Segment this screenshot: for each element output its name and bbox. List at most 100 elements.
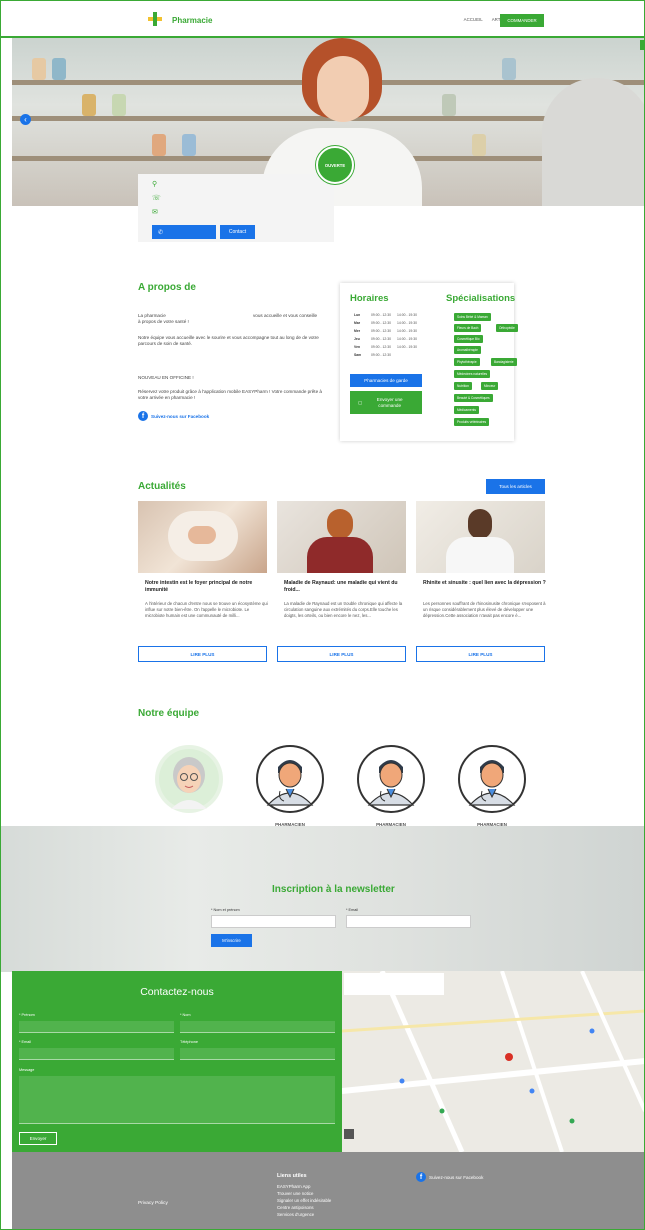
newsletter-email-label: * Email bbox=[346, 908, 359, 912]
footer-link[interactable]: Centre antipoisons bbox=[277, 1205, 314, 1210]
prenom-input[interactable] bbox=[19, 1021, 174, 1033]
phone-icon: ✆ bbox=[158, 229, 164, 236]
hours-row: Mer 09:00 - 12:30 14:00 - 19:30 bbox=[354, 329, 417, 333]
footer-link[interactable]: Signaler un effet indésirable bbox=[277, 1198, 331, 1203]
footer-facebook-link[interactable]: f Suivez-nous sur Facebook bbox=[416, 1172, 483, 1182]
telephone-input[interactable] bbox=[180, 1048, 335, 1060]
footer-link[interactable]: EASYPharm App bbox=[277, 1184, 310, 1189]
about-intro: La pharmacie vous accueille et vous cons… bbox=[138, 313, 324, 325]
about-title: A propos de bbox=[138, 282, 196, 293]
article-image[interactable] bbox=[416, 501, 545, 573]
all-articles-button[interactable]: Tous les articles bbox=[486, 479, 545, 494]
order-doc-icon: ▢ bbox=[358, 399, 363, 405]
pharmacist-avatar-icon bbox=[256, 745, 324, 813]
about-p1-right: vous accueille et vous conseille bbox=[253, 313, 318, 318]
facebook-icon: f bbox=[416, 1172, 426, 1182]
telephone-label: Téléphone bbox=[180, 1040, 198, 1044]
side-tab[interactable] bbox=[640, 40, 645, 50]
article-excerpt: A l'intérieur de chacun d'entre nous se … bbox=[145, 601, 268, 619]
nom-label: * Nom bbox=[180, 1013, 191, 1017]
read-more-button[interactable]: LIRE PLUS bbox=[277, 646, 406, 662]
newsletter-submit-button[interactable]: M'inscrire bbox=[211, 934, 252, 947]
site-footer bbox=[12, 1152, 645, 1230]
spec-tag[interactable]: Nutrition bbox=[454, 382, 472, 390]
message-label: Message bbox=[19, 1068, 35, 1072]
hours-card: Horaires Lun 09:00 - 12:30 14:00 - 19:30 M… bbox=[340, 283, 518, 441]
phone-button[interactable]: ✆ bbox=[152, 225, 216, 239]
news-title: Actualités bbox=[138, 481, 186, 492]
info-card: ⚲ ☏ ✉ ✆ Contact bbox=[138, 174, 334, 242]
prenom-label: * Prénom bbox=[19, 1013, 35, 1017]
nom-input[interactable] bbox=[180, 1021, 335, 1033]
facebook-label: Suivez-nous sur Facebook bbox=[151, 413, 210, 419]
spec-tag[interactable]: Cosmétique Bio bbox=[454, 335, 483, 343]
spec-tag[interactable]: Phytothérapie bbox=[454, 358, 480, 366]
spec-tag[interactable]: Aromathérapie bbox=[454, 346, 481, 354]
site-header: Pharmacie ACCUEIL ARTICLES CONTACT COMMA… bbox=[0, 0, 645, 38]
spec-tag[interactable]: Minceur bbox=[481, 382, 499, 390]
nav-accueil[interactable]: ACCUEIL bbox=[464, 17, 483, 22]
message-textarea[interactable] bbox=[19, 1076, 335, 1124]
team-member-photo bbox=[155, 745, 223, 813]
location-map[interactable] bbox=[342, 971, 645, 1152]
about-p2: Notre équipe vous accueille avec le sour… bbox=[138, 335, 319, 347]
about-p1-left: La pharmacie bbox=[138, 313, 166, 318]
order-button[interactable]: COMMANDER bbox=[500, 14, 544, 27]
send-order-button[interactable]: ▢ Envoyer une commande bbox=[350, 391, 422, 414]
article-title[interactable]: Maladie de Raynaud: une maladie qui vien… bbox=[284, 580, 409, 594]
spec-title: Spécialisations bbox=[446, 293, 516, 304]
contact-title: Contactez-nous bbox=[140, 986, 214, 998]
footer-link[interactable]: Trouver une notice bbox=[277, 1191, 313, 1196]
hours-row: Mar 09:00 - 12:30 14:00 - 19:30 bbox=[354, 321, 417, 325]
article-image[interactable] bbox=[277, 501, 406, 573]
hours-row: Sam 09:00 - 12:30 bbox=[354, 353, 391, 357]
location-pin-icon: ⚲ bbox=[152, 181, 158, 188]
spec-tag[interactable]: Fleurs de Bach bbox=[454, 324, 482, 332]
email-input[interactable] bbox=[19, 1048, 174, 1060]
article-excerpt: La maladie de Raynaud est un trouble chr… bbox=[284, 601, 403, 619]
hours-row: Ven 09:00 - 12:30 14:00 - 19:30 bbox=[354, 345, 417, 349]
footer-links-title: Liens utiles bbox=[277, 1173, 307, 1179]
pharmacist-avatar-icon bbox=[458, 745, 526, 813]
about-news-title: NOUVEAU EN OFFICINE ! bbox=[138, 375, 194, 380]
footer-link[interactable]: Services d'urgence bbox=[277, 1212, 314, 1217]
article-title[interactable]: Notre intestin est le foyer principal de… bbox=[145, 580, 270, 594]
spec-tag[interactable]: Beauté & Cosmétiques bbox=[454, 394, 493, 402]
contact-send-button[interactable]: Envoyer bbox=[19, 1132, 57, 1145]
newsletter-name-label: * Nom et prénom bbox=[211, 908, 240, 912]
article-title[interactable]: Rhinite et sinusite : quel lien avec la … bbox=[423, 580, 548, 587]
article-excerpt: Les personnes souffrant de rhinosinusite… bbox=[423, 601, 546, 619]
hours-row: Jeu 09:00 - 12:30 14:00 - 19:30 bbox=[354, 337, 417, 341]
read-more-button[interactable]: LIRE PLUS bbox=[416, 646, 545, 662]
newsletter-email-input[interactable] bbox=[346, 915, 471, 928]
spec-tag[interactable]: Médicaments bbox=[454, 406, 479, 414]
footer-facebook-label: Suivez-nous sur Facebook bbox=[429, 1174, 484, 1180]
pharmacist-avatar-icon bbox=[357, 745, 425, 813]
privacy-policy-link[interactable]: Privacy Policy bbox=[138, 1201, 168, 1206]
newsletter-name-input[interactable] bbox=[211, 915, 336, 928]
read-more-button[interactable]: LIRE PLUS bbox=[138, 646, 267, 662]
spec-tag[interactable]: Soins Bébé & Maman bbox=[454, 313, 491, 321]
customer-silhouette bbox=[542, 78, 645, 206]
newsletter-title: Inscription à la newsletter bbox=[272, 884, 395, 895]
brand-name[interactable]: Pharmacie bbox=[172, 16, 212, 25]
carousel-prev-icon[interactable]: ‹ bbox=[20, 114, 31, 125]
about-news-text: Réservez votre produit grâce à l'applica… bbox=[138, 389, 322, 401]
hours-row: Lun 09:00 - 12:30 14:00 - 19:30 bbox=[354, 313, 417, 317]
spec-tag[interactable]: Orthopédie bbox=[496, 324, 518, 332]
open-status-badge: OUVERTE bbox=[316, 146, 354, 184]
spec-tag[interactable]: Produits vétérinaires bbox=[454, 418, 490, 426]
article-image[interactable] bbox=[138, 501, 267, 573]
email-label: * Email bbox=[19, 1040, 32, 1044]
hours-title: Horaires bbox=[350, 293, 389, 304]
pharmacies-garde-button[interactable]: Pharmacies de garde bbox=[350, 374, 422, 387]
fax-icon: ☏ bbox=[152, 195, 161, 202]
about-p1-cont: à propos de votre santé ! bbox=[138, 319, 189, 325]
contact-button[interactable]: Contact bbox=[220, 225, 255, 239]
newsletter-section bbox=[0, 826, 645, 972]
spec-tag[interactable]: Bandagisterie bbox=[491, 358, 517, 366]
spec-tag[interactable]: Médecines naturelles bbox=[454, 370, 491, 378]
mail-icon: ✉ bbox=[152, 209, 158, 216]
facebook-link[interactable]: f Suivez-nous sur Facebook bbox=[138, 411, 209, 421]
pharmacy-cross-icon[interactable] bbox=[148, 12, 162, 26]
